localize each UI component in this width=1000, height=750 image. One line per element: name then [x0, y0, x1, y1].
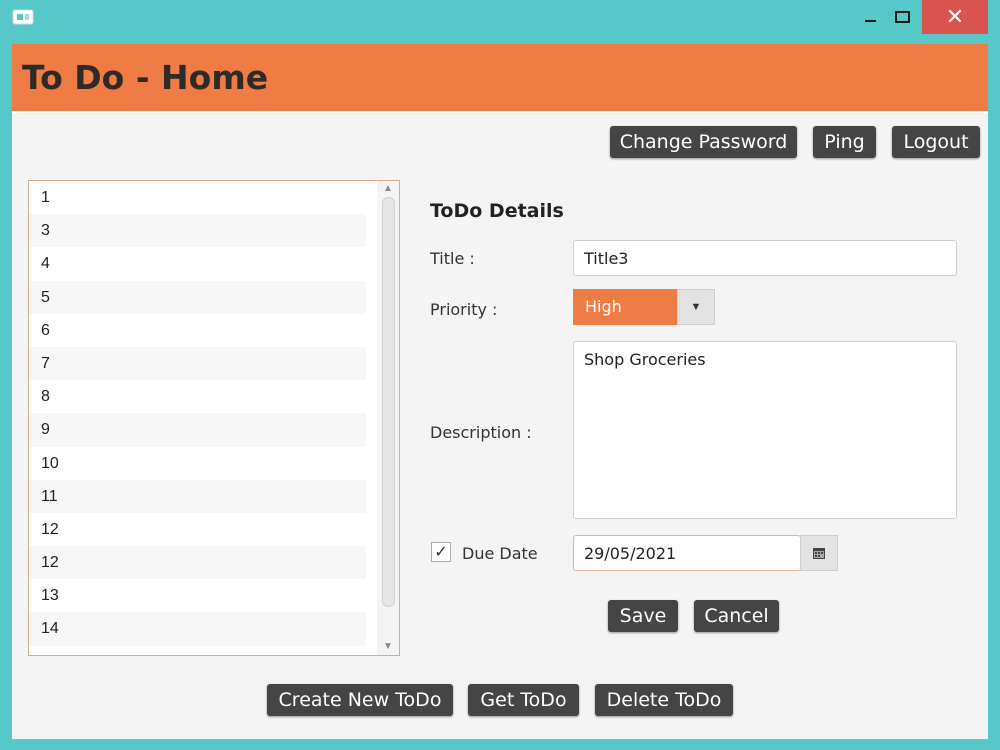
logout-button[interactable]: Logout: [892, 126, 980, 158]
change-password-button[interactable]: Change Password: [610, 126, 797, 158]
list-item[interactable]: 3: [29, 214, 366, 248]
list-item[interactable]: 8: [29, 380, 366, 413]
close-button[interactable]: ✕: [922, 0, 988, 34]
list-item[interactable]: 12: [29, 546, 366, 580]
priority-select[interactable]: High ▼: [573, 289, 715, 325]
priority-selected-value: High: [573, 289, 677, 325]
maximize-icon: [894, 11, 910, 23]
page-title: To Do - Home: [22, 58, 269, 97]
delete-todo-button[interactable]: Delete ToDo: [595, 684, 733, 716]
list-item[interactable]: 6: [29, 314, 366, 347]
list-item[interactable]: 5: [29, 280, 366, 314]
due-date-input[interactable]: [573, 535, 801, 571]
due-date-checkbox[interactable]: ✓: [431, 542, 451, 562]
maximize-button[interactable]: [886, 0, 918, 34]
description-label: Description :: [430, 423, 532, 442]
app-icon: [12, 9, 34, 25]
calendar-button[interactable]: [800, 535, 838, 571]
title-label: Title :: [430, 249, 475, 268]
list-item[interactable]: 4: [29, 247, 366, 280]
scroll-down-icon[interactable]: ▼: [377, 639, 399, 655]
todo-list-items: 1 3 4 5 6 7 8 9 10 11 12 12 13 14: [29, 181, 399, 646]
list-item[interactable]: 1: [29, 181, 366, 214]
get-todo-button[interactable]: Get ToDo: [468, 684, 579, 716]
todo-list[interactable]: 1 3 4 5 6 7 8 9 10 11 12 12 13 14 ▲ ▼: [28, 180, 400, 656]
list-scrollbar[interactable]: ▲ ▼: [377, 181, 399, 655]
scrollbar-thumb[interactable]: [382, 197, 395, 607]
list-item[interactable]: 12: [29, 513, 366, 546]
details-heading: ToDo Details: [430, 200, 564, 222]
calendar-icon: [813, 547, 825, 559]
priority-label: Priority :: [430, 300, 498, 319]
create-todo-button[interactable]: Create New ToDo: [267, 684, 453, 716]
minimize-button[interactable]: [854, 0, 886, 34]
title-input[interactable]: [573, 240, 957, 276]
list-item[interactable]: 7: [29, 346, 366, 381]
minimize-icon: [864, 20, 876, 22]
cancel-button[interactable]: Cancel: [694, 600, 779, 632]
list-item[interactable]: 10: [29, 447, 366, 480]
description-textarea[interactable]: Shop Groceries: [573, 341, 957, 519]
header-bar: To Do - Home: [12, 44, 988, 113]
list-item[interactable]: 13: [29, 579, 366, 612]
close-icon: ✕: [945, 4, 965, 29]
due-date-label: Due Date: [462, 544, 538, 563]
list-item[interactable]: 14: [29, 612, 366, 646]
checkmark-icon: ✓: [434, 544, 448, 561]
scroll-up-icon[interactable]: ▲: [377, 181, 399, 197]
save-button[interactable]: Save: [608, 600, 678, 632]
ping-button[interactable]: Ping: [813, 126, 876, 158]
app-window: To Do - Home Change Password Ping Logout…: [12, 44, 988, 739]
list-item[interactable]: 11: [29, 479, 366, 513]
list-item[interactable]: 9: [29, 413, 366, 447]
chevron-down-icon[interactable]: ▼: [677, 289, 715, 325]
